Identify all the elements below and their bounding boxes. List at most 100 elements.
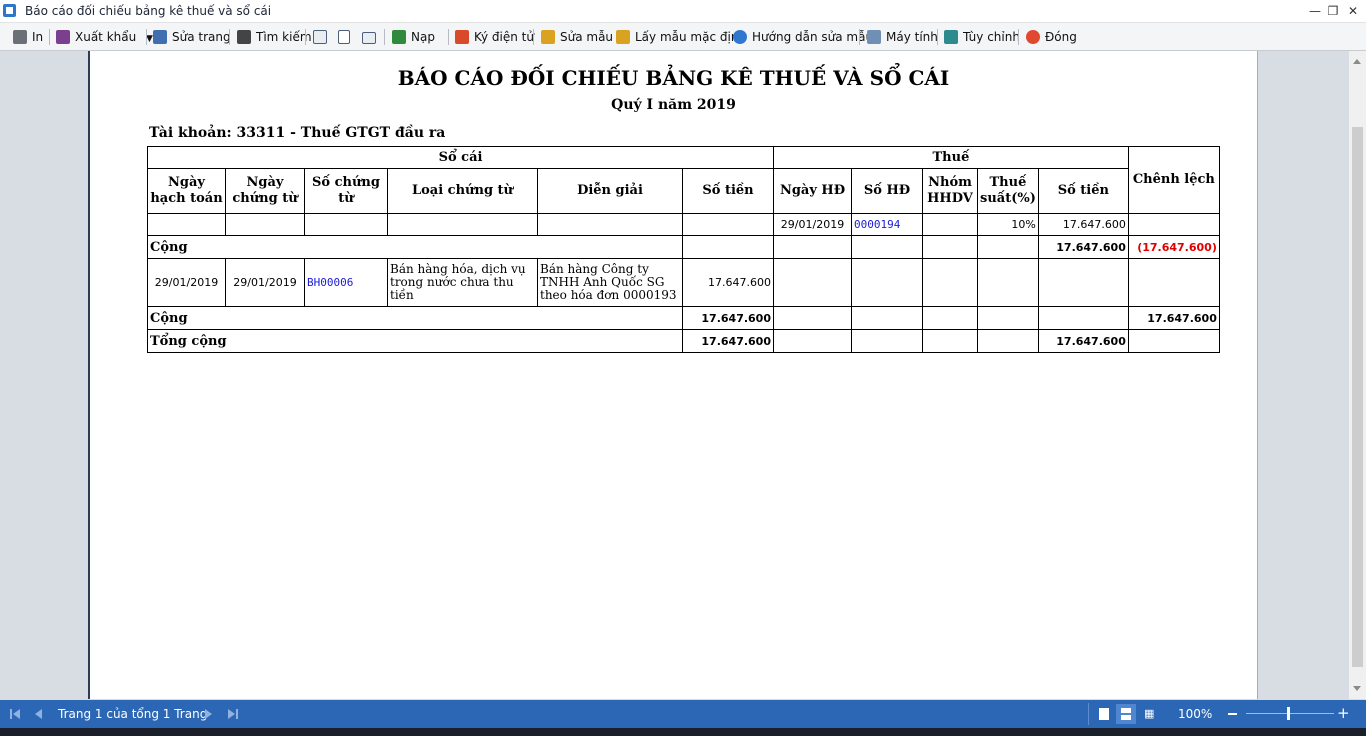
col-tax-rate: Thuế suất(%) <box>977 168 1039 214</box>
next-page-icon[interactable] <box>205 709 212 719</box>
header-row-columns: Ngày hạch toán Ngày chứng từ Số chứng từ… <box>147 168 1220 214</box>
posting-date-cell: 29/01/2019 <box>147 258 226 307</box>
scroll-up-icon[interactable] <box>1353 59 1361 64</box>
first-page-arrow[interactable] <box>13 709 20 719</box>
description-cell: Bán hàng Công ty TNHH Anh Quốc SG theo h… <box>537 258 683 307</box>
toolbar: In Xuất khẩu ▼ Sửa trang Tìm kiếm Nạp Ký… <box>0 23 1366 51</box>
continuous-page-button[interactable] <box>1116 704 1136 724</box>
search-button[interactable]: Tìm kiếm <box>237 28 312 46</box>
close-icon[interactable]: ✕ <box>1344 2 1362 20</box>
continuous-page-icon <box>1121 715 1131 720</box>
ledger-total-row: Cộng 17.647.600 17.647.600 <box>147 306 1220 330</box>
vertical-scrollbar[interactable] <box>1349 51 1366 699</box>
separator <box>859 29 860 45</box>
scroll-down-icon[interactable] <box>1353 686 1361 691</box>
col-voucher-date: Ngày chứng từ <box>225 168 305 214</box>
voucher-type-cell: Bán hàng hóa, dịch vụ trong nước chưa th… <box>387 258 538 307</box>
separator <box>146 29 147 45</box>
prev-page-icon[interactable] <box>35 709 42 719</box>
report-subtitle: Quý I năm 2019 <box>611 97 736 113</box>
grand-total-ledger-amount: 17.647.600 <box>682 329 774 353</box>
col-goods-group: Nhóm HHDV <box>922 168 978 214</box>
separator <box>49 29 50 45</box>
export-button[interactable]: Xuất khẩu ▼ <box>56 28 153 46</box>
esign-button[interactable]: Ký điện tử <box>455 28 534 46</box>
ledger-total-difference: 17.647.600 <box>1127 306 1220 330</box>
guide-button[interactable]: Hướng dẫn sửa mẫu <box>733 28 873 46</box>
ruler-pencil-icon <box>616 30 630 44</box>
ledger-header: Sổ cái <box>147 146 774 169</box>
tax-total-label: Cộng <box>147 235 683 259</box>
col-invoice-no: Số HĐ <box>851 168 923 214</box>
page-indicator: Trang 1 của tổng 1 Trang <box>58 707 208 721</box>
ledger-total-label: Cộng <box>147 306 683 330</box>
ruler-pencil-icon <box>541 30 555 44</box>
fit-page-icon <box>362 32 376 44</box>
separator <box>448 29 449 45</box>
header-row-groups: Sổ cái Thuế Chênh lệch <box>147 146 1220 214</box>
close-button[interactable]: Đóng <box>1026 28 1077 46</box>
single-page-view-button[interactable] <box>313 28 332 46</box>
calculator-icon <box>867 30 881 44</box>
help-icon <box>733 30 747 44</box>
chevron-down-icon[interactable]: ▼ <box>146 34 153 44</box>
minimize-icon[interactable]: — <box>1306 2 1324 20</box>
report-viewer: BÁO CÁO ĐỐI CHIẾU BẢNG KÊ THUẾ VÀ SỔ CÁI… <box>0 51 1349 699</box>
voucher-date-cell: 29/01/2019 <box>225 258 305 307</box>
separator <box>384 29 385 45</box>
zoom-slider-track[interactable] <box>1246 713 1334 714</box>
reload-button[interactable]: Nạp <box>392 28 435 46</box>
voucher-no-link[interactable]: BH00006 <box>304 258 388 307</box>
scroll-thumb[interactable] <box>1352 127 1363 667</box>
separator <box>1018 29 1019 45</box>
calculator-button[interactable]: Máy tính <box>867 28 938 46</box>
account-label: Tài khoản: 33311 - Thuế GTGT đầu ra <box>149 125 446 141</box>
refresh-icon <box>392 30 406 44</box>
col-invoice-date: Ngày HĐ <box>773 168 852 214</box>
grand-total-label: Tổng cộng <box>147 329 683 353</box>
last-page-arrow[interactable] <box>228 709 235 719</box>
continuous-page-icon <box>1121 708 1131 713</box>
default-template-button[interactable]: Lấy mẫu mặc định <box>616 28 746 46</box>
print-button[interactable]: In <box>13 28 43 46</box>
ledger-amount-cell: 17.647.600 <box>682 258 774 307</box>
multi-page-icon[interactable]: ▦ <box>1144 708 1156 720</box>
invoice-date-cell: 29/01/2019 <box>773 213 852 236</box>
reconciliation-table: Sổ cái Thuế Chênh lệch Ngày hạch toán Ng… <box>147 146 1220 353</box>
grand-total-tax-amount: 17.647.600 <box>1037 329 1129 353</box>
edit-page-icon <box>153 30 167 44</box>
grand-total-row: Tổng cộng 17.647.600 17.647.600 <box>147 329 1220 353</box>
customize-button[interactable]: Tùy chỉnh <box>944 28 1020 46</box>
edit-page-button[interactable]: Sửa trang <box>153 28 231 46</box>
single-page-icon[interactable] <box>1099 708 1109 720</box>
tax-total-amount: 17.647.600 <box>1037 235 1129 259</box>
invoice-no-link[interactable]: 0000194 <box>851 213 923 236</box>
col-voucher-no: Số chứng từ <box>304 168 388 214</box>
last-page-icon[interactable] <box>236 709 238 719</box>
window-title: Báo cáo đối chiếu bảng kê thuế và sổ cái <box>25 4 272 18</box>
page-width-view-button[interactable] <box>338 28 355 46</box>
difference-header: Chênh lệch <box>1127 146 1220 214</box>
edit-template-button[interactable]: Sửa mẫu <box>541 28 613 46</box>
customize-icon <box>944 30 958 44</box>
tax-amount-cell: 17.647.600 <box>1037 213 1129 236</box>
separator <box>533 29 534 45</box>
binoculars-icon <box>237 30 251 44</box>
whole-page-view-button[interactable] <box>362 28 381 46</box>
page-view-icon <box>313 30 327 44</box>
zoom-in-icon[interactable]: + <box>1337 706 1350 721</box>
separator <box>305 29 306 45</box>
report-title: BÁO CÁO ĐỐI CHIẾU BẢNG KÊ THUẾ VÀ SỔ CÁI <box>397 66 950 90</box>
restore-icon[interactable]: ❐ <box>1324 2 1342 20</box>
report-page: BÁO CÁO ĐỐI CHIẾU BẢNG KÊ THUẾ VÀ SỔ CÁI… <box>88 51 1258 699</box>
table-row: 29/01/2019 29/01/2019 BH00006 Bán hàng h… <box>147 258 1220 307</box>
taskbar <box>0 728 1366 736</box>
power-icon <box>1026 30 1040 44</box>
first-page-icon[interactable] <box>10 709 12 719</box>
zoom-slider-thumb[interactable] <box>1287 707 1290 720</box>
save-disk-icon <box>56 30 70 44</box>
status-bar: Trang 1 của tổng 1 Trang ▦ 100% + <box>0 700 1366 728</box>
table-row: 29/01/2019 0000194 10% 17.647.600 <box>147 213 1220 236</box>
zoom-out-icon[interactable] <box>1228 713 1237 715</box>
tax-total-difference: (17.647.600) <box>1127 235 1220 259</box>
